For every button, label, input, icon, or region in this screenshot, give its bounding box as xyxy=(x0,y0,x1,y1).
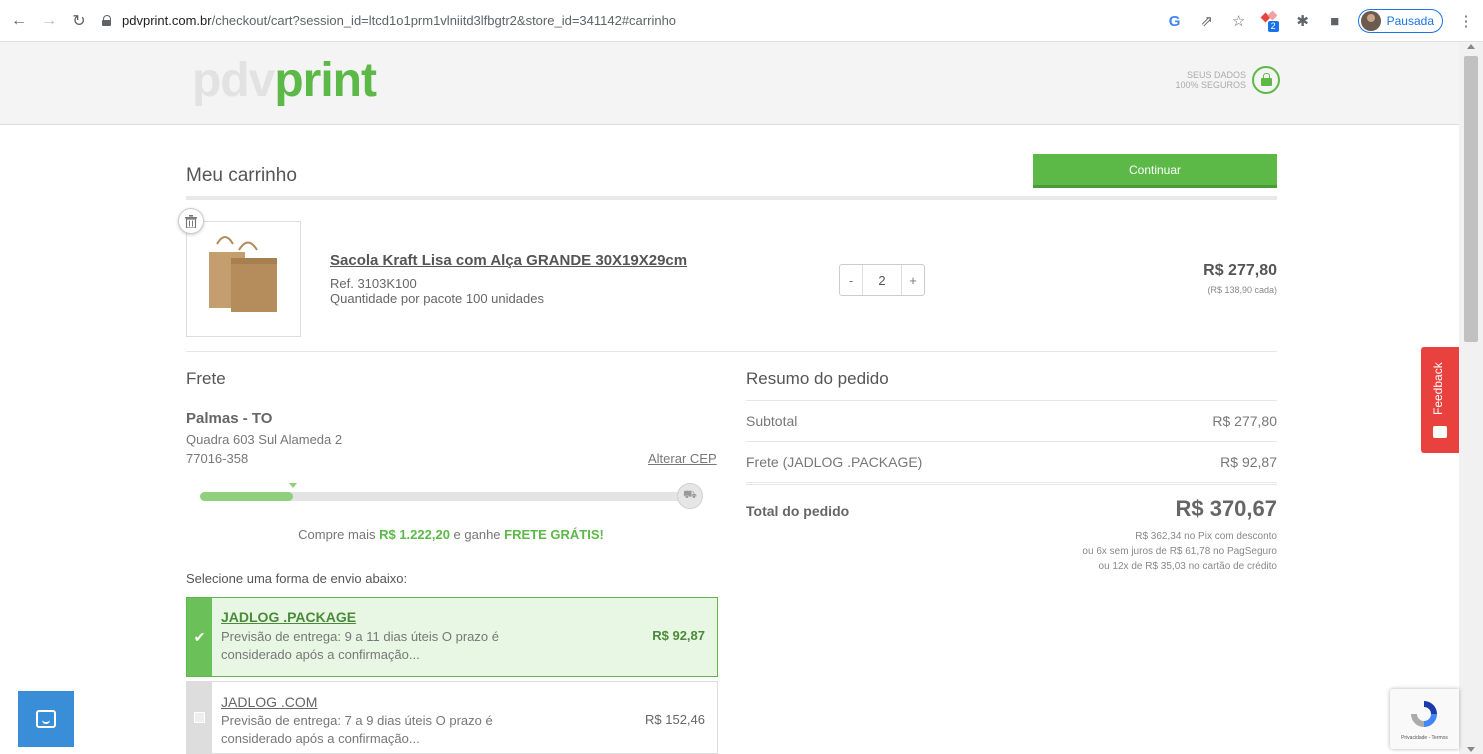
shipping-option-price: R$ 92,87 xyxy=(652,628,705,643)
free-shipping-progress-fill xyxy=(200,492,294,501)
qty-decrease-button[interactable]: - xyxy=(840,265,862,295)
scroll-down-icon[interactable] xyxy=(1467,747,1475,752)
shipping-option-price: R$ 152,46 xyxy=(645,712,705,727)
profile-button[interactable]: Pausada xyxy=(1357,9,1443,33)
pagseguro-note: ou 6x sem juros de R$ 61,78 no PagSeguro xyxy=(1082,546,1277,557)
feedback-label: Feedback xyxy=(1431,362,1445,415)
product-total-price: R$ 277,80 xyxy=(1203,262,1277,279)
reload-icon[interactable]: ↻ xyxy=(68,10,90,32)
checkmark-icon: ✔ xyxy=(187,598,212,676)
secure-line2: 100% SEGUROS xyxy=(1175,80,1246,90)
free-shipping-message: Compre mais R$ 1.222,20 e ganhe FRETE GR… xyxy=(298,527,604,542)
shipping-option-jadlog-package[interactable]: ✔ JADLOG .PACKAGE Previsão de entrega: 9… xyxy=(186,597,718,677)
shipping-option-desc: Previsão de entrega: 9 a 11 dias úteis O… xyxy=(221,629,499,662)
shipping-option-desc: Previsão de entrega: 7 a 9 dias úteis O … xyxy=(221,713,493,746)
payment-notes: R$ 362,34 no Pix com desconto ou 6x sem … xyxy=(1082,529,1277,574)
cart-divider xyxy=(186,196,1277,200)
forward-icon[interactable]: → xyxy=(38,10,60,32)
cart-title: Meu carrinho xyxy=(186,165,297,186)
page-scrollbar[interactable] xyxy=(1459,42,1483,754)
product-unit-price: (R$ 138,90 cada) xyxy=(1207,285,1277,295)
url-path: /checkout/cart?session_id=ltcd1o1prm1vln… xyxy=(211,13,677,28)
scroll-up-icon[interactable] xyxy=(1467,44,1475,49)
recaptcha-text[interactable]: Privacidade - Termos xyxy=(1394,735,1455,741)
free-shipping-progress xyxy=(200,492,692,501)
progress-marker-icon xyxy=(289,483,297,488)
extension-icon[interactable]: 2 xyxy=(1260,10,1280,32)
google-icon[interactable]: G xyxy=(1166,13,1184,30)
feedback-icon xyxy=(1433,426,1447,438)
chat-button[interactable] xyxy=(18,691,74,747)
recaptcha-badge[interactable]: Privacidade - Termos xyxy=(1390,689,1459,749)
shipping-address: Quadra 603 Sul Alameda 2 xyxy=(186,432,343,447)
side-panel-icon[interactable]: ■ xyxy=(1326,13,1344,30)
summary-subtotal-row: Subtotal R$ 277,80 xyxy=(746,400,1277,441)
summary-shipping-row: Frete (JADLOG .PACKAGE) R$ 92,87 xyxy=(746,441,1277,482)
shipping-option-name: JADLOG .PACKAGE xyxy=(221,609,357,625)
secure-badge: SEUS DADOS 100% SEGUROS xyxy=(1168,66,1280,94)
back-icon[interactable]: ← xyxy=(8,10,30,32)
subtotal-label: Subtotal xyxy=(746,413,798,429)
remove-item-button[interactable] xyxy=(178,208,204,234)
site-logo[interactable]: pdvprint xyxy=(192,56,377,106)
product-pack-info: Quantidade por pacote 100 unidades xyxy=(330,291,544,306)
product-name-link[interactable]: Sacola Kraft Lisa com Alça GRANDE 30X19X… xyxy=(330,252,687,269)
kraft-bag-image xyxy=(209,236,277,312)
shipping-option-jadlog-com[interactable]: JADLOG .COM Previsão de entrega: 7 a 9 d… xyxy=(186,681,718,754)
shipping-cep: 77016-358 xyxy=(186,451,249,466)
trash-icon xyxy=(185,214,197,228)
shipping-summary-label: Frete (JADLOG .PACKAGE) xyxy=(746,454,923,470)
total-label: Total do pedido xyxy=(746,503,850,519)
share-icon[interactable]: ⇗ xyxy=(1198,12,1216,30)
quantity-stepper: - 2 + xyxy=(839,264,925,296)
card-note: ou 12x de R$ 35,03 no cartão de crédito xyxy=(1098,561,1277,572)
scroll-thumb[interactable] xyxy=(1464,56,1478,342)
avatar xyxy=(1360,11,1381,31)
extension-badge: 2 xyxy=(1267,21,1279,32)
chat-icon xyxy=(36,710,56,728)
shipping-option-name: JADLOG .COM xyxy=(221,694,318,710)
browser-actions: G ⇗ ☆ 2 ✱ ■ Pausada ⋮ xyxy=(1166,6,1475,36)
shipping-city: Palmas - TO xyxy=(186,410,273,427)
site-header: pdvprint SEUS DADOS 100% SEGUROS xyxy=(0,42,1459,125)
subtotal-value: R$ 277,80 xyxy=(1212,413,1277,429)
url-host: pdvprint.com.br xyxy=(122,13,212,28)
checkbox-icon xyxy=(187,682,212,753)
recaptcha-icon xyxy=(1411,701,1437,727)
puzzle-icon[interactable]: ✱ xyxy=(1294,12,1312,30)
continue-button[interactable]: Continuar xyxy=(1033,154,1277,188)
feedback-tab[interactable]: Feedback xyxy=(1421,347,1459,453)
pix-note: R$ 362,34 no Pix com desconto xyxy=(1135,531,1277,542)
lock-icon[interactable] xyxy=(102,15,112,26)
bookmark-star-icon[interactable]: ☆ xyxy=(1230,12,1248,30)
address-bar[interactable]: pdvprint.com.br/checkout/cart?session_id… xyxy=(102,6,676,36)
qty-input[interactable]: 2 xyxy=(862,265,902,295)
product-ref: Ref. 3103K100 xyxy=(330,276,417,291)
menu-dots-icon[interactable]: ⋮ xyxy=(1457,12,1475,30)
summary-title: Resumo do pedido xyxy=(746,369,889,388)
product-divider xyxy=(186,351,1277,352)
remaining-amount: R$ 1.222,20 xyxy=(379,527,450,542)
browser-toolbar: ← → ↻ pdvprint.com.br/checkout/cart?sess… xyxy=(0,0,1483,42)
change-cep-link[interactable]: Alterar CEP xyxy=(648,451,717,466)
shipping-select-label: Selecione uma forma de envio abaixo: xyxy=(186,571,408,586)
secure-line1: SEUS DADOS xyxy=(1186,70,1246,80)
summary-total-row: Total do pedido R$ 370,67 R$ 362,34 no P… xyxy=(746,482,1277,572)
padlock-icon xyxy=(1252,66,1280,94)
free-shipping-label: FRETE GRÁTIS! xyxy=(504,527,604,542)
profile-label: Pausada xyxy=(1386,14,1434,28)
truck-icon: ⛟ xyxy=(677,483,703,509)
product-image[interactable] xyxy=(186,221,301,337)
qty-increase-button[interactable]: + xyxy=(902,265,924,295)
total-value: R$ 370,67 xyxy=(1175,496,1277,521)
shipping-title: Frete xyxy=(186,369,226,388)
shipping-summary-value: R$ 92,87 xyxy=(1220,454,1277,470)
